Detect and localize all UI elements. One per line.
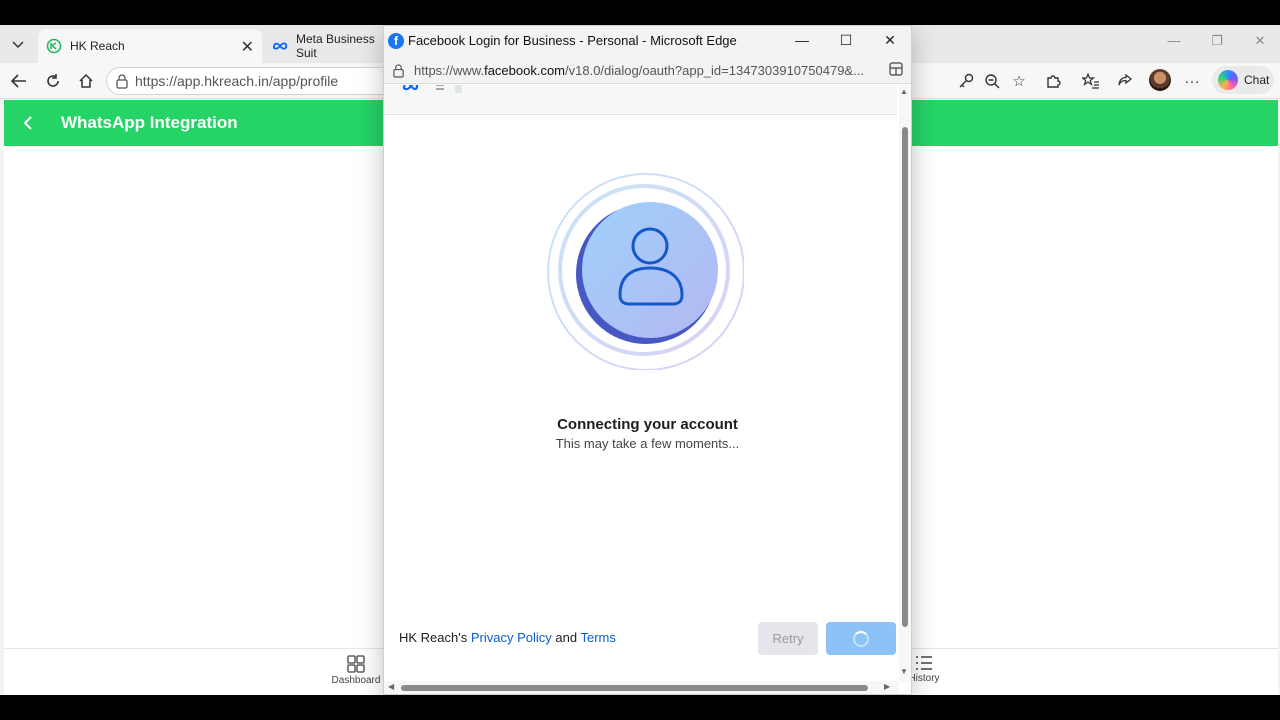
account-illustration [547,173,744,370]
privacy-policy-link[interactable]: Privacy Policy [471,630,552,645]
extensions-icon[interactable] [1042,70,1064,92]
back-arrow-icon[interactable] [8,70,30,92]
share-icon[interactable] [1114,70,1136,92]
popup-close-icon[interactable]: ✕ [880,32,900,50]
popup-address-bar: https://www.facebook.com/v18.0/dialog/oa… [384,56,911,84]
letterbox-top [0,0,1280,25]
popup-minimize-icon[interactable]: — [792,32,812,50]
copilot-chat-button[interactable]: Chat [1212,66,1274,94]
terms-link[interactable]: Terms [581,630,616,645]
popup-url: https://www.facebook.com/v18.0/dialog/oa… [414,63,864,78]
tab-meta-business-suite[interactable]: Meta Business Suit [264,29,394,63]
nav-dashboard-label: Dashboard [331,675,381,686]
close-tab-icon[interactable]: ✕ [241,37,254,57]
vertical-scroll-thumb[interactable] [902,127,908,627]
status-subtitle: This may take a few moments... [555,436,740,451]
nav-history-label: History [908,673,940,684]
policy-footer: HK Reach's Privacy Policy and Terms [399,630,616,645]
home-icon[interactable] [75,70,97,92]
hk-reach-logo-icon [46,38,62,54]
scroll-down-icon[interactable]: ▼ [900,667,908,676]
favorite-star-icon[interactable]: ☆ [1008,70,1030,92]
facebook-login-popup: f Facebook Login for Business - Personal… [383,25,912,695]
popup-content: Connecting your account This may take a … [384,85,899,682]
app-available-icon[interactable] [889,62,903,79]
scroll-right-icon[interactable]: ▶ [884,682,890,691]
minimize-icon[interactable]: — [1162,33,1186,53]
scroll-left-icon[interactable]: ◀ [388,682,394,691]
chat-label: Chat [1244,73,1270,87]
popup-window-title: Facebook Login for Business - Personal -… [408,33,737,48]
tab-label: Meta Business Suit [296,32,375,60]
vertical-scrollbar[interactable]: ▲ ▼ [899,85,911,682]
tab-hk-reach[interactable]: HK Reach ✕ [38,29,262,63]
address-bar[interactable]: https://app.hkreach.in/app/profile [106,67,396,95]
scroll-up-icon[interactable]: ▲ [900,87,908,96]
close-window-icon[interactable]: ✕ [1248,33,1272,53]
popup-titlebar: f Facebook Login for Business - Personal… [384,26,911,56]
retry-button[interactable]: Retry [758,622,818,655]
back-chevron-icon[interactable] [16,111,40,135]
status-title: Connecting your account [557,416,738,433]
facebook-logo-icon: f [388,33,404,49]
zoom-out-icon[interactable] [981,70,1003,92]
page-title: WhatsApp Integration [61,113,238,132]
meta-connect-icon [402,85,462,93]
key-icon[interactable] [955,70,977,92]
continue-loading-button[interactable] [826,622,896,655]
meta-logo-icon [272,38,288,54]
browser-window: HK Reach ✕ Meta Business Suit — ❐ ✕ http… [0,25,1280,695]
favorites-list-icon[interactable] [1080,70,1102,92]
popup-maximize-icon[interactable]: ☐ [836,32,856,50]
loading-spinner-icon [853,631,869,647]
more-options-icon[interactable]: ··· [1181,70,1203,92]
profile-avatar[interactable] [1149,69,1171,91]
refresh-icon[interactable] [42,70,64,92]
copilot-icon [1218,70,1238,90]
horizontal-scroll-thumb[interactable] [401,685,868,691]
horizontal-scrollbar[interactable]: ◀ ▶ [384,681,899,694]
nav-dashboard[interactable]: Dashboard [326,655,386,686]
letterbox-bottom [0,695,1280,720]
address-url: https://app.hkreach.in/app/profile [135,73,339,89]
grid-icon [347,655,365,673]
lock-icon [115,73,129,92]
tab-label: HK Reach [70,39,125,53]
meta-header-strip [384,85,897,115]
list-icon [916,656,932,670]
restore-icon[interactable]: ❐ [1205,33,1229,53]
tab-actions-chevron-icon[interactable] [6,33,30,57]
lock-icon [392,63,405,81]
